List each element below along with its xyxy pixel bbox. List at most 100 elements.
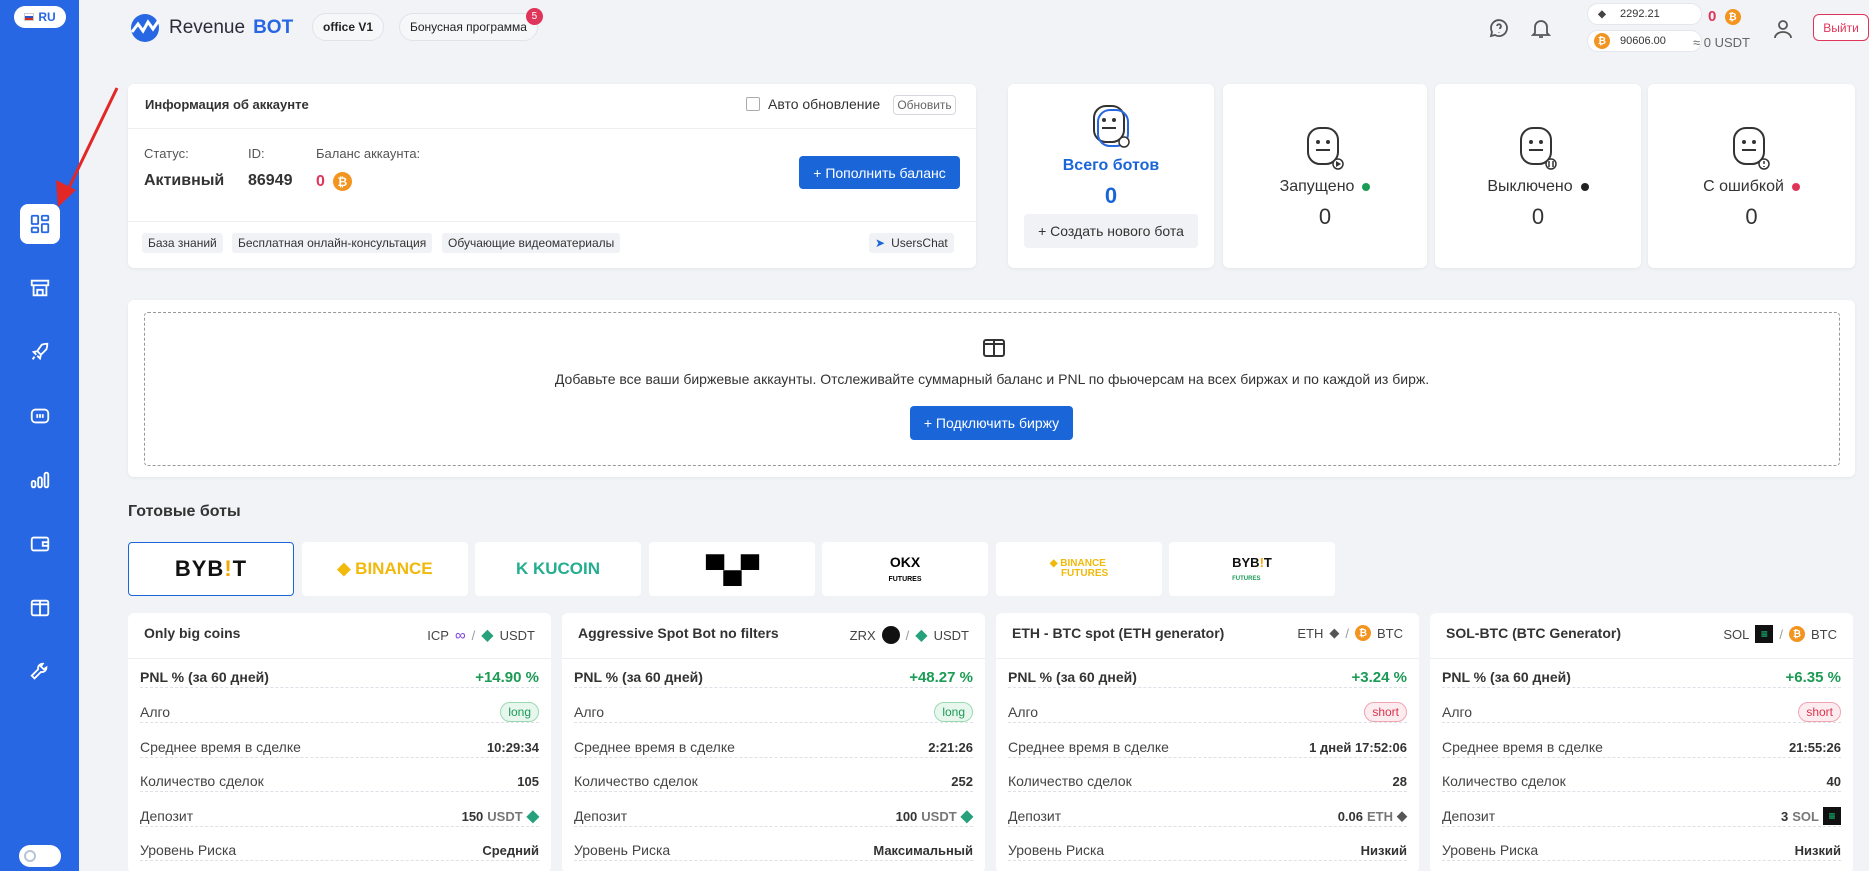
status-value: Активный [144, 172, 225, 189]
row-separator [140, 791, 539, 792]
row-separator [1442, 757, 1841, 758]
okx-logo: ▀▄▀ [705, 553, 759, 584]
theme-toggle[interactable] [19, 845, 61, 867]
bot-stat-row: Среднее время в сделке 2:21:26 [574, 736, 973, 758]
exchange-banner-text: Добавьте все ваши биржевые аккаунты. Отс… [554, 371, 1430, 387]
row-label: Алго [574, 704, 605, 720]
tab-binance-futures[interactable]: ◆ BINANCE FUTURES [996, 542, 1162, 596]
bot-card[interactable]: ETH - BTC spot (ETH generator) ETH ◆ / ₿ BTC P… [996, 613, 1419, 871]
tab-bybit[interactable]: BYB!T [128, 542, 294, 596]
sidebar-item-academy[interactable] [20, 588, 60, 628]
sidebar-item-store[interactable] [20, 268, 60, 308]
tab-okx[interactable]: ▀▄▀ [649, 542, 815, 596]
row-label: Уровень Риска [1008, 842, 1105, 858]
bonus-program-pill[interactable]: Бонусная программа 5 [399, 8, 543, 41]
row-value: Низкий [1794, 842, 1841, 858]
row-value-wrap: +3.24 % [1352, 669, 1407, 686]
row-value-wrap: Низкий [1795, 843, 1841, 858]
sidebar-item-tools[interactable] [20, 652, 60, 692]
icp-icon: ∞ [454, 626, 466, 644]
sidebar-item-dashboard[interactable] [20, 204, 60, 244]
row-value: 105 [517, 773, 539, 789]
bot-stat-row: Количество сделок 105 [140, 770, 539, 792]
btc-icon: ₿ [1355, 625, 1371, 641]
logout-button[interactable]: Выйти [1813, 14, 1869, 41]
bot-card[interactable]: Only big coins ICP ∞ / ◆ USDT PNL % (за 60 дне… [128, 613, 551, 871]
row-value-wrap: short [1798, 702, 1841, 722]
total-bots-card: Всего ботов 0 + Создать нового бота [1008, 84, 1214, 268]
row-label: Депозит [1442, 808, 1496, 824]
bot-pair: ZRX / ◆ USDT [850, 625, 969, 645]
quote-symbol: USDT [499, 627, 535, 643]
annotation-arrow [56, 87, 119, 207]
sidebar-item-launch[interactable] [20, 332, 60, 372]
refresh-button[interactable]: Обновить [893, 95, 956, 115]
row-value: 40 [1826, 773, 1841, 789]
row-label: Депозит [1008, 808, 1062, 824]
row-value: +3.24 % [1351, 668, 1407, 686]
logo-text-bot: BOT [253, 17, 294, 38]
deposit-currency: ETH [1367, 808, 1393, 824]
bot-title: SOL-BTC (BTC Generator) [1446, 625, 1621, 641]
balance-value: 0 ₿ [316, 172, 352, 191]
row-value-wrap: 21:55:26 [1789, 740, 1841, 755]
sidebar-item-bots[interactable] [20, 396, 60, 436]
row-separator [1442, 860, 1841, 861]
zrx-icon [881, 626, 900, 644]
language-label: RU [38, 10, 56, 24]
bot-card[interactable]: SOL-BTC (BTC Generator) SOL ≡ / ₿ BTC PNL % (з… [1430, 613, 1853, 871]
tab-binance[interactable]: ◆ BINANCE [302, 542, 468, 596]
video-tutorials-link[interactable]: Обучающие видеоматериалы [442, 233, 621, 253]
tab-okx-futures[interactable]: OKX FUTURES [822, 542, 988, 596]
row-label: Количество сделок [1008, 773, 1132, 789]
office-version-pill[interactable]: office V1 [312, 13, 385, 41]
bot-pair: SOL ≡ / ₿ BTC [1723, 625, 1837, 643]
help-chat-icon[interactable] [1487, 16, 1511, 40]
auto-update-checkbox[interactable] [746, 97, 760, 111]
kucoin-logo: K KUCOIN [515, 559, 601, 578]
row-value-wrap: Низкий [1361, 843, 1407, 858]
revenuebot-logo-icon [130, 14, 161, 42]
running-label-text: Запущено [1279, 178, 1355, 195]
row-value: 10:29:34 [486, 739, 539, 755]
deposit-currency: USDT [921, 808, 957, 824]
bell-icon[interactable] [1529, 16, 1553, 40]
sidebar-item-statistics[interactable] [20, 460, 60, 500]
algo-tag: long [934, 702, 973, 722]
status-dot-red [1791, 182, 1800, 191]
row-value: +48.27 % [909, 668, 973, 686]
logo-text-revenue: Revenue [169, 17, 246, 38]
create-bot-button[interactable]: + Создать нового бота [1024, 214, 1198, 248]
tab-kucoin[interactable]: K KUCOIN [475, 542, 641, 596]
tab-bybit-futures[interactable]: BYB!T FUTURES [1169, 542, 1335, 596]
app-logo[interactable]: Revenue BOT [127, 12, 293, 44]
deposit-currency: USDT [487, 808, 523, 824]
connect-exchange-button[interactable]: + Подключить биржу [910, 406, 1073, 440]
row-separator [1008, 826, 1407, 827]
consultation-link[interactable]: Бесплатная онлайн-консультация [232, 233, 433, 253]
user-profile-icon[interactable] [1771, 17, 1795, 41]
bot-stat-row: Среднее время в сделке 10:29:34 [140, 736, 539, 758]
row-value: 28 [1392, 773, 1407, 789]
row-value-wrap: short [1364, 702, 1407, 722]
row-value-wrap: +6.35 % [1786, 669, 1841, 686]
bot-card[interactable]: Aggressive Spot Bot no filters ZRX / ◆ USDT P… [562, 613, 985, 871]
base-symbol: ZRX [849, 627, 876, 643]
topup-balance-button[interactable]: + Пополнить баланс [799, 156, 960, 189]
base-symbol: ETH [1297, 625, 1324, 641]
telegram-icon: ➤ [875, 236, 886, 250]
bot-title: ETH - BTC spot (ETH generator) [1012, 625, 1225, 641]
row-label: Алго [1008, 704, 1039, 720]
btc-icon: ₿ [332, 172, 352, 191]
status-dot-green [1362, 182, 1371, 191]
ready-bots-title: Готовые боты [128, 503, 241, 520]
knowledge-base-link[interactable]: База знаний [142, 233, 223, 253]
id-label: ID: [248, 146, 265, 161]
language-switcher[interactable]: RU [14, 6, 66, 28]
error-bots-value: 0 [1745, 204, 1758, 229]
row-label: Депозит [140, 808, 194, 824]
eth-icon: ◆ [1397, 808, 1407, 823]
sidebar-item-wallet[interactable] [20, 524, 60, 564]
users-chat-link[interactable]: ➤ UsersChat [869, 233, 954, 253]
quote-symbol: BTC [1377, 625, 1403, 641]
